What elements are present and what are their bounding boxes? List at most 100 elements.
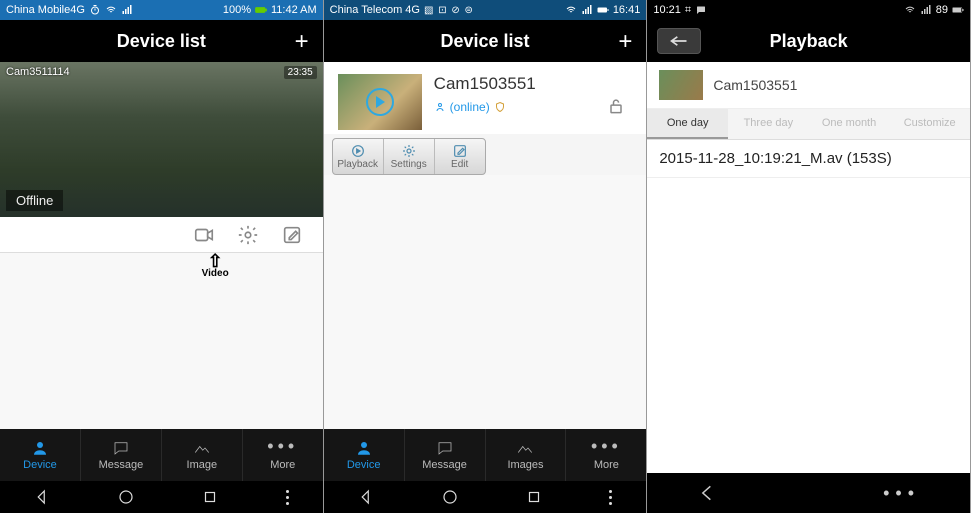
video-button[interactable]	[193, 224, 215, 246]
tab-message[interactable]: Message	[405, 429, 486, 481]
screen-device-list-online: China Telecom 4G ▧ ⊡ ⊘ ⊜ 16:41 Device li…	[324, 0, 648, 513]
battery-icon	[255, 4, 267, 16]
video-hint: ⇧ Video	[202, 254, 229, 279]
tab-label: Message	[99, 459, 144, 471]
clock-label: 10:21	[653, 4, 681, 16]
tab-label: More	[270, 459, 295, 471]
action-label: Playback	[337, 159, 378, 170]
nav-back-icon[interactable]	[357, 488, 375, 506]
empty-area	[647, 178, 970, 473]
carrier-label: China Mobile4G	[6, 4, 85, 16]
tab-message[interactable]: Message	[81, 429, 162, 481]
status-bar: China Mobile4G 100% 11:42 AM	[0, 0, 323, 20]
tab-device[interactable]: Device	[0, 429, 81, 481]
header-bar: Playback	[647, 20, 970, 62]
android-navbar	[0, 481, 323, 513]
device-status: (online)	[434, 100, 601, 114]
tab-more[interactable]: ••• More	[566, 429, 646, 481]
back-button[interactable]	[657, 28, 701, 54]
more-icon: •••	[267, 439, 298, 457]
bottom-tabbar: Device Message Image ••• More	[0, 429, 323, 481]
clock-label: 16:41	[613, 4, 641, 16]
offline-badge: Offline	[6, 190, 63, 211]
nav-home-icon[interactable]	[117, 488, 135, 506]
time-filter-tabs: One day Three day One month Customize	[647, 109, 970, 140]
camera-preview[interactable]: Cam3511114 23:35 Offline	[0, 62, 323, 217]
nav-back-icon[interactable]	[697, 483, 717, 503]
signal-icon	[121, 4, 133, 16]
chat-icon	[695, 4, 707, 16]
camera-timestamp: 23:35	[284, 66, 317, 79]
bottom-tabbar: Device Message Images ••• More	[324, 429, 647, 481]
nav-home-icon[interactable]	[441, 488, 459, 506]
device-name-label: Cam1503551	[434, 74, 601, 94]
alarm-icon	[89, 4, 101, 16]
tab-label: Images	[507, 459, 543, 471]
page-title: Device list	[117, 31, 206, 52]
filter-one-day[interactable]: One day	[647, 109, 728, 139]
action-label: Settings	[391, 159, 427, 170]
battery-icon	[597, 4, 609, 16]
empty-area	[0, 253, 323, 429]
tab-more[interactable]: ••• More	[243, 429, 323, 481]
battery-pct: 89	[936, 4, 948, 16]
screen-device-list-offline: China Mobile4G 100% 11:42 AM Device list…	[0, 0, 324, 513]
arrow-up-icon: ⇧	[202, 254, 229, 268]
wifi-icon	[904, 4, 916, 16]
device-thumbnail	[659, 70, 703, 100]
nav-back-icon[interactable]	[33, 488, 51, 506]
filter-one-month[interactable]: One month	[809, 109, 890, 139]
nav-menu-icon[interactable]	[609, 490, 613, 505]
android-navbar	[324, 481, 647, 513]
tab-label: Image	[187, 459, 218, 471]
add-device-button[interactable]: +	[295, 28, 309, 56]
page-title: Playback	[770, 31, 848, 52]
device-actions: Playback Settings Edit	[332, 138, 486, 175]
status-bar: China Telecom 4G ▧ ⊡ ⊘ ⊜ 16:41	[324, 0, 647, 20]
edit-button[interactable]	[281, 224, 303, 246]
page-title: Device list	[440, 31, 529, 52]
wifi-icon	[565, 4, 577, 16]
device-thumbnail[interactable]	[338, 74, 422, 130]
add-device-button[interactable]: +	[618, 28, 632, 56]
bottom-navbar: •••	[647, 473, 970, 513]
playback-button[interactable]: Playback	[333, 139, 384, 174]
lock-button[interactable]	[600, 74, 632, 116]
clock-label: 11:42 AM	[271, 4, 317, 16]
header-bar: Device list +	[324, 20, 647, 62]
nav-more-icon[interactable]: •••	[883, 483, 920, 504]
settings-button[interactable]: Settings	[384, 139, 435, 174]
recording-file-row[interactable]: 2015-11-28_10:19:21_M.av (153S)	[647, 140, 970, 178]
settings-button[interactable]	[237, 224, 259, 246]
nav-recent-icon[interactable]	[201, 488, 219, 506]
battery-icon	[952, 4, 964, 16]
screen-playback: 10:21 ⌗ 89 Playback Cam1503551 One day T…	[647, 0, 971, 513]
tab-image[interactable]: Image	[162, 429, 243, 481]
device-info: Cam1503551 (online)	[422, 74, 601, 114]
shield-icon	[494, 101, 506, 113]
nav-recent-icon[interactable]	[525, 488, 543, 506]
filter-three-day[interactable]: Three day	[728, 109, 809, 139]
tab-label: More	[594, 459, 619, 471]
playback-device-row[interactable]: Cam1503551	[647, 62, 970, 109]
tab-device[interactable]: Device	[324, 429, 405, 481]
nav-menu-icon[interactable]	[286, 490, 290, 505]
status-bar: 10:21 ⌗ 89	[647, 0, 970, 20]
empty-area	[324, 175, 647, 429]
more-icon: •••	[591, 439, 622, 457]
camera-id-label: Cam3511114	[6, 66, 70, 78]
device-name-label: Cam1503551	[713, 77, 797, 93]
device-row: Cam1503551 (online)	[324, 62, 647, 134]
filter-customize[interactable]: Customize	[889, 109, 970, 139]
edit-button[interactable]: Edit	[435, 139, 485, 174]
play-icon	[366, 88, 394, 116]
video-hint-label: Video	[202, 268, 229, 279]
device-toolbar	[0, 217, 323, 253]
signal-icon	[581, 4, 593, 16]
signal-icon	[920, 4, 932, 16]
tab-images[interactable]: Images	[486, 429, 567, 481]
wifi-icon	[105, 4, 117, 16]
tab-label: Message	[422, 459, 467, 471]
tab-label: Device	[347, 459, 381, 471]
action-label: Edit	[451, 159, 468, 170]
